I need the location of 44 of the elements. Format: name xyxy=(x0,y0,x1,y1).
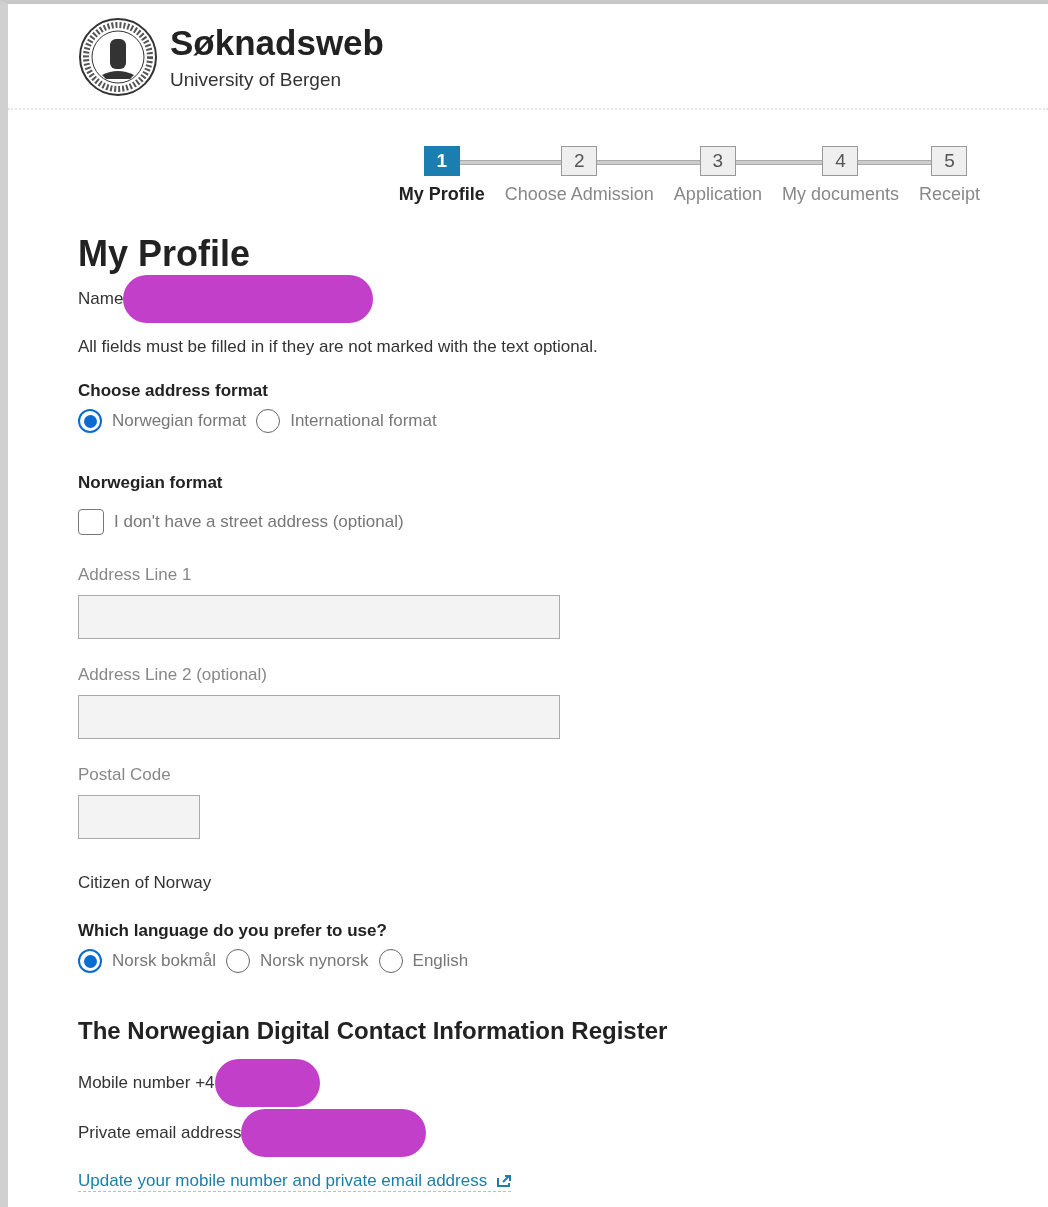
checkbox-label: I don't have a street address (optional) xyxy=(114,512,404,532)
input-field[interactable] xyxy=(78,595,560,639)
group-label: Which language do you prefer to use? xyxy=(78,921,388,941)
site-subtitle: University of Bergen xyxy=(170,69,343,91)
step-number: 4 xyxy=(822,146,859,176)
step-label: Application xyxy=(673,184,762,205)
step-label: My Profile xyxy=(398,184,485,205)
radio-label: Norsk bokmål xyxy=(112,951,216,971)
step-label: Choose Admission xyxy=(504,184,654,205)
group-label: Choose address format xyxy=(78,381,269,401)
radio-label: Norsk nynorsk xyxy=(259,951,369,971)
checkbox[interactable] xyxy=(78,509,104,535)
field-label: Postal Code xyxy=(78,765,172,785)
radio-button[interactable] xyxy=(78,949,102,973)
input-field[interactable] xyxy=(78,695,560,739)
section-heading: The Norwegian Digital Contact Information Register xyxy=(78,1017,669,1045)
field-label: Address Line 1 xyxy=(78,565,193,585)
field-label: Address Line 2 (optional) xyxy=(78,665,268,685)
site-title: Søknadsweb xyxy=(170,23,384,63)
step-label: Receipt xyxy=(918,184,980,205)
step-number: 2 xyxy=(561,146,598,176)
radio-option[interactable]: Norsk nynorsk xyxy=(225,949,369,973)
radio-option[interactable]: International format xyxy=(256,409,437,433)
radio-label: Norwegian format xyxy=(112,411,247,431)
input-field[interactable] xyxy=(78,795,200,839)
step-label: My documents xyxy=(781,184,899,205)
radio-label: International format xyxy=(290,411,437,431)
citizenship-text: Citizen of Norway xyxy=(78,873,213,893)
radio-button[interactable] xyxy=(78,409,102,433)
update-contact-link[interactable]: Update your mobile number and private email address xyxy=(78,1171,512,1192)
name-label: Name xyxy=(78,289,124,309)
radio-option[interactable]: Norsk bokmål xyxy=(78,949,216,973)
step-number: 1 xyxy=(423,146,460,176)
radio-option[interactable]: English xyxy=(378,949,469,973)
email-label: Private email address xyxy=(78,1123,242,1143)
section-heading: Norwegian format xyxy=(78,473,224,493)
step-number: 5 xyxy=(931,146,968,176)
radio-option[interactable]: Norwegian format xyxy=(78,409,247,433)
external-link-icon xyxy=(497,1175,512,1187)
step-number: 3 xyxy=(699,146,736,176)
radio-label: English xyxy=(412,951,469,971)
mobile-label: Mobile number +4 xyxy=(78,1073,215,1093)
page-title: My Profile xyxy=(78,233,252,275)
notice-text: All fields must be filled in if they are not marked with the text optional. xyxy=(78,337,599,357)
